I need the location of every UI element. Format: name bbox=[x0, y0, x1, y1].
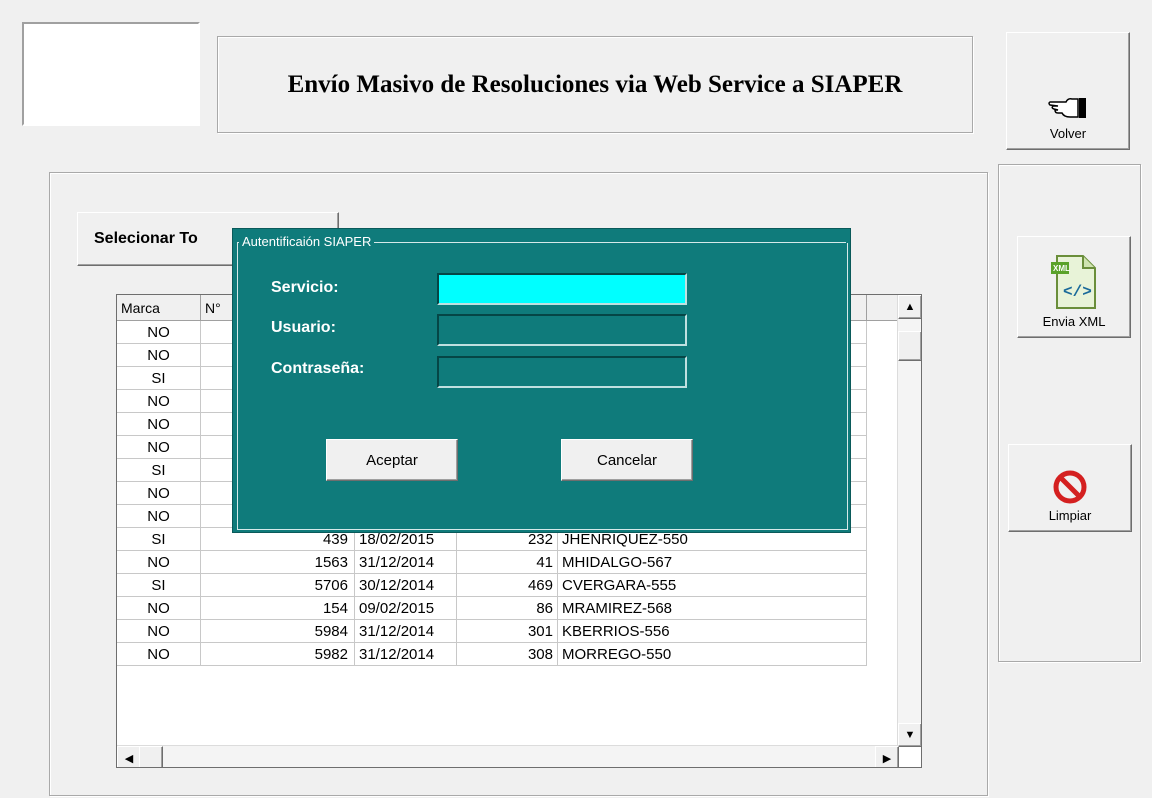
svg-text:</>: </> bbox=[1063, 283, 1092, 301]
cell-num: 1563 bbox=[201, 551, 355, 574]
cell-fecha: 09/02/2015 bbox=[355, 597, 457, 620]
cell-num: 5982 bbox=[201, 643, 355, 666]
cell-num: 5706 bbox=[201, 574, 355, 597]
cell-marca: NO bbox=[117, 482, 201, 505]
accept-button[interactable]: Aceptar bbox=[326, 439, 458, 481]
envia-xml-label: Envia XML bbox=[1042, 314, 1106, 329]
cell-marca: NO bbox=[117, 643, 201, 666]
limpiar-label: Limpiar bbox=[1048, 508, 1092, 523]
table-row[interactable]: NO 5984 31/12/2014 301 KBERRIOS-556 bbox=[117, 620, 867, 643]
cell-fecha: 31/12/2014 bbox=[355, 551, 457, 574]
cell-marca: SI bbox=[117, 459, 201, 482]
cell-marca: SI bbox=[117, 574, 201, 597]
cell-marca: NO bbox=[117, 597, 201, 620]
cell-marca: NO bbox=[117, 551, 201, 574]
horizontal-scrollbar[interactable]: ◀ ▶ bbox=[117, 745, 899, 767]
xml-file-icon: XML </> bbox=[1051, 255, 1096, 309]
dialog-title: Autentificaión SIAPER bbox=[239, 234, 375, 250]
cancel-button[interactable]: Cancelar bbox=[561, 439, 693, 481]
cell-usuario: MRAMIREZ-568 bbox=[558, 597, 867, 620]
column-header-extra[interactable] bbox=[867, 295, 899, 321]
cell-marca: NO bbox=[117, 344, 201, 367]
scroll-thumb[interactable] bbox=[898, 331, 921, 361]
select-all-label: Selecionar To bbox=[94, 230, 198, 247]
envia-xml-button[interactable]: XML </> Envia XML bbox=[1017, 236, 1131, 338]
table-row[interactable]: NO 154 09/02/2015 86 MRAMIREZ-568 bbox=[117, 597, 867, 620]
servicio-label: Servicio: bbox=[271, 279, 339, 296]
volver-button[interactable]: Volver bbox=[1006, 32, 1130, 150]
pointing-hand-icon bbox=[1048, 98, 1086, 118]
table-row[interactable]: SI 5706 30/12/2014 469 CVERGARA-555 bbox=[117, 574, 867, 597]
scroll-left-button[interactable]: ◀ bbox=[117, 746, 141, 767]
no-entry-icon bbox=[1053, 470, 1087, 504]
table-row[interactable]: NO 5982 31/12/2014 308 MORREGO-550 bbox=[117, 643, 867, 666]
volver-label: Volver bbox=[1049, 126, 1087, 141]
cell-marca: NO bbox=[117, 321, 201, 344]
cell-marca: NO bbox=[117, 436, 201, 459]
cell-fecha: 30/12/2014 bbox=[355, 574, 457, 597]
vertical-scrollbar[interactable]: ▲ ▼ bbox=[897, 295, 921, 747]
table-row[interactable]: NO 1563 31/12/2014 41 MHIDALGO-567 bbox=[117, 551, 867, 574]
scroll-down-button[interactable]: ▼ bbox=[898, 723, 921, 747]
cell-usuario: MORREGO-550 bbox=[558, 643, 867, 666]
cell-resolucion: 301 bbox=[457, 620, 558, 643]
cell-num: 5984 bbox=[201, 620, 355, 643]
usuario-label: Usuario: bbox=[271, 319, 336, 336]
limpiar-button[interactable]: Limpiar bbox=[1008, 444, 1132, 532]
password-input[interactable] bbox=[437, 356, 687, 388]
cell-resolucion: 41 bbox=[457, 551, 558, 574]
svg-text:XML: XML bbox=[1053, 264, 1070, 273]
cell-marca: NO bbox=[117, 413, 201, 436]
arrow-left-icon: ◀ bbox=[124, 752, 134, 765]
cell-fecha: 31/12/2014 bbox=[355, 643, 457, 666]
cell-marca: NO bbox=[117, 620, 201, 643]
cell-usuario: MHIDALGO-567 bbox=[558, 551, 867, 574]
arrow-right-icon: ▶ bbox=[882, 752, 892, 765]
cell-marca: SI bbox=[117, 528, 201, 551]
cell-marca: NO bbox=[117, 390, 201, 413]
hscroll-thumb[interactable] bbox=[139, 746, 163, 767]
cell-usuario: CVERGARA-555 bbox=[558, 574, 867, 597]
cell-resolucion: 469 bbox=[457, 574, 558, 597]
cell-usuario: KBERRIOS-556 bbox=[558, 620, 867, 643]
password-label: Contraseña: bbox=[271, 360, 365, 377]
logo-box bbox=[22, 22, 200, 126]
cell-num: 154 bbox=[201, 597, 355, 620]
page-title: Envío Masivo de Resoluciones via Web Ser… bbox=[287, 70, 903, 98]
arrow-up-icon: ▲ bbox=[904, 301, 916, 313]
column-header-marca[interactable]: Marca bbox=[117, 295, 201, 321]
scroll-up-button[interactable]: ▲ bbox=[898, 295, 921, 319]
usuario-input[interactable] bbox=[437, 314, 687, 346]
cell-resolucion: 308 bbox=[457, 643, 558, 666]
title-frame: Envío Masivo de Resoluciones via Web Ser… bbox=[217, 36, 973, 133]
cell-resolucion: 86 bbox=[457, 597, 558, 620]
scroll-right-button[interactable]: ▶ bbox=[875, 746, 899, 767]
auth-dialog: Autentificaión SIAPER Servicio: Usuario:… bbox=[232, 228, 851, 533]
cell-marca: SI bbox=[117, 367, 201, 390]
cell-fecha: 31/12/2014 bbox=[355, 620, 457, 643]
cell-marca: NO bbox=[117, 505, 201, 528]
arrow-down-icon: ▼ bbox=[904, 729, 916, 741]
servicio-input[interactable] bbox=[437, 273, 687, 305]
